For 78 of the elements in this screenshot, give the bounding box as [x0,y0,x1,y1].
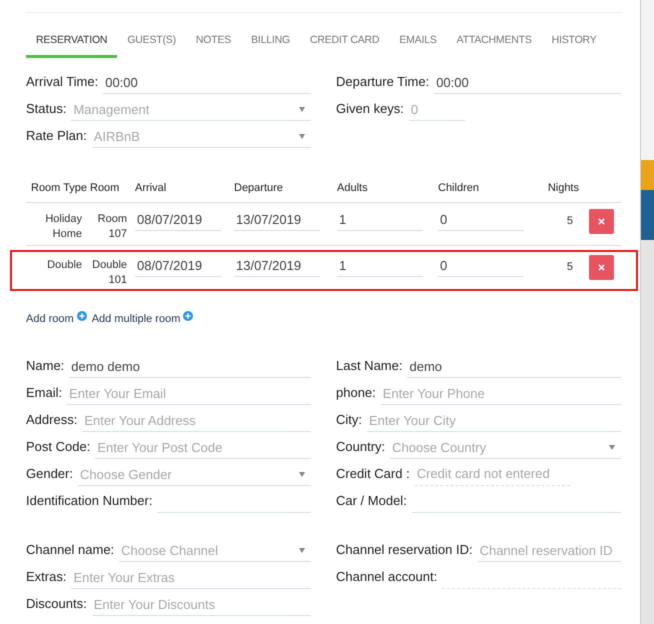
tab[interactable]: ATTACHMENTS [446,31,542,58]
caret-icon [299,107,305,112]
delete-button[interactable] [589,209,614,234]
table-cell-text: Holiday Home [44,212,83,242]
tab[interactable]: EMAILS [389,31,447,58]
field-label: Last Name: [336,358,402,375]
input-field[interactable]: 00:00 [103,72,311,94]
field-label: Departure Time: [336,74,430,91]
field-label: Email: [26,385,62,402]
input-field[interactable]: Enter Your City [367,410,621,432]
column-header: Departure [233,182,284,194]
caret-icon [299,134,305,139]
field-label: phone: [336,385,376,402]
input-field[interactable]: 08/07/2019 [135,255,221,277]
column-header: Arrival [134,182,168,194]
input-field[interactable]: 13/07/2019 [234,255,320,277]
link[interactable]: Add room [26,313,74,325]
input-field[interactable]: Enter Your Email [67,383,311,405]
table-cell-text: Double 101 [91,258,128,288]
field-label: Gender: [26,466,73,483]
x-icon [598,264,605,271]
input-field[interactable]: Enter Your Address [82,410,311,432]
field-label: Channel reservation ID: [336,542,473,559]
field-label: Address: [26,412,78,429]
plus-icon[interactable] [183,311,194,321]
field-label: City: [336,412,362,429]
input-field[interactable]: 1 [337,209,423,231]
input-field[interactable]: Enter Your Extras [71,567,311,589]
field-label: Rate Plan: [26,128,87,145]
input-field[interactable]: 1 [337,255,423,277]
field-label: Extras: [26,569,66,586]
delete-button[interactable] [589,255,614,280]
field-label: Name: [26,358,64,375]
tab[interactable]: CREDIT CARD [300,31,390,58]
input-field[interactable]: demo demo [69,356,311,378]
field-label: Identification Number: [26,493,152,510]
plus-icon[interactable] [76,311,87,321]
input-field[interactable]: 08/07/2019 [135,209,221,231]
input-field[interactable]: Channel reservation ID [478,540,621,562]
field-label: Arrival Time: [26,74,98,91]
field-label: Credit Card : [336,466,410,483]
field-label: Post Code: [26,439,90,456]
tab[interactable]: HISTORY [542,31,607,58]
tab[interactable]: RESERVATION [26,31,118,58]
column-header: Children [437,182,480,194]
input-field[interactable]: Enter Your Phone [380,383,621,405]
input-field[interactable]: Enter Your Discounts [92,594,311,616]
tab[interactable]: GUEST(S) [117,31,186,58]
input-field[interactable]: 00:00 [434,72,621,94]
caret-icon [299,472,305,477]
field-label: Status: [26,101,66,118]
field-label: Given keys: [336,101,404,118]
field-label: Channel name: [26,542,114,559]
input-field[interactable]: Enter Your Post Code [95,437,311,459]
column-header: Room [89,182,120,194]
field-label: Car / Model: [336,493,407,510]
input-field[interactable]: 0 [408,99,465,121]
field-label: Discounts: [26,596,87,613]
tab[interactable]: BILLING [241,31,300,58]
column-header: Adults [336,182,369,194]
column-header: Room Type [30,182,85,194]
x-icon [598,218,605,225]
field-label: Country: [336,439,386,456]
input-field[interactable]: demo [407,356,621,378]
table-cell-text: Room 107 [96,212,128,242]
table-cell-text: 5 [566,214,574,229]
field-label: Channel account: [336,569,438,586]
caret-icon [299,548,305,553]
table-cell-text: Double [46,258,83,273]
table-cell-text: 5 [566,260,574,275]
input-field[interactable]: 0 [438,255,524,277]
link[interactable]: Add multiple room [92,313,180,325]
input-field[interactable]: 13/07/2019 [234,209,320,231]
column-header: Nights [546,182,580,194]
text-display: Credit card not entered [414,464,570,486]
input-field[interactable]: 0 [438,209,524,231]
tab[interactable]: NOTES [186,31,242,58]
caret-icon [609,445,615,450]
